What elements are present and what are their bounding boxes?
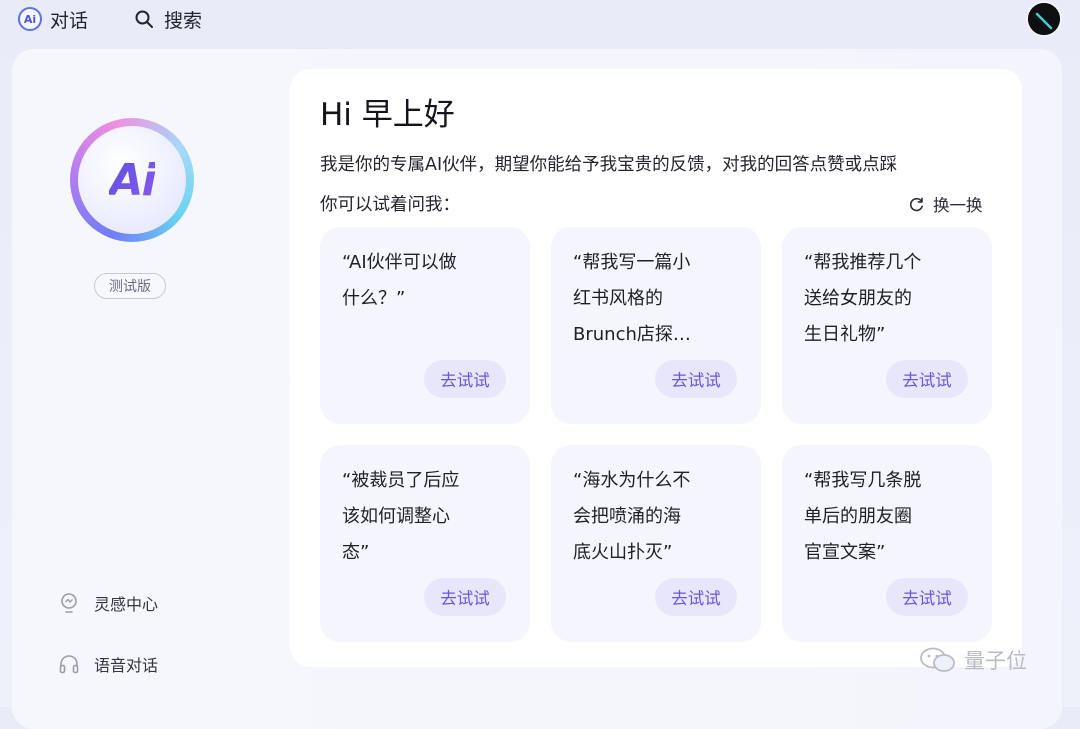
prompt-line: “帮我推荐几个 — [804, 252, 922, 273]
prompt-line: “AI伙伴可以做 — [342, 252, 457, 273]
prompt-card[interactable]: “AI伙伴可以做 什么？” 去试试 — [320, 227, 530, 424]
prompt-card[interactable]: “帮我写一篇小 红书风格的 Brunch店探… 去试试 — [551, 227, 761, 424]
user-avatar[interactable] — [1026, 1, 1062, 37]
search-icon — [135, 10, 153, 28]
prompt-line: “帮我写几条脱 — [804, 470, 922, 491]
tab-search-label: 搜索 — [164, 9, 203, 32]
beta-badge: 测试版 — [94, 273, 166, 299]
watermark-text: 量子位 — [964, 649, 1027, 673]
prompt-line: 底火山扑灭” — [573, 542, 673, 563]
prompt-card[interactable]: “帮我推荐几个 送给女朋友的 生日礼物” 去试试 — [782, 227, 992, 424]
ai-logo: Ai — [70, 118, 194, 242]
top-bar: Ai 对话 搜索 — [0, 0, 1080, 40]
tab-chat-label: 对话 — [50, 9, 89, 32]
refresh-button[interactable]: 换一换 — [908, 192, 983, 216]
prompt-text: “帮我推荐几个 送给女朋友的 生日礼物” — [804, 245, 974, 353]
prompt-line: 什么？” — [342, 288, 406, 309]
sidebar-item-label: 语音对话 — [94, 656, 159, 675]
greeting-title: Hi 早上好 — [320, 97, 455, 133]
prompt-line: Brunch店探… — [573, 324, 691, 345]
prompt-text: “被裁员了后应 该如何调整心 态” — [342, 463, 512, 571]
watermark: 量子位 — [918, 644, 1027, 676]
sidebar-item-voice-chat[interactable]: 语音对话 — [58, 650, 158, 678]
suggestion-hint: 你可以试着问我： — [320, 195, 460, 215]
try-button[interactable]: 去试试 — [424, 578, 506, 616]
prompt-line: “帮我写一篇小 — [573, 252, 691, 273]
prompt-text: “帮我写一篇小 红书风格的 Brunch店探… — [573, 245, 743, 353]
try-button[interactable]: 去试试 — [886, 578, 968, 616]
sidebar-item-label: 灵感中心 — [94, 595, 159, 614]
try-button[interactable]: 去试试 — [655, 578, 737, 616]
ai-logo-inner: Ai — [78, 126, 186, 234]
prompt-line: 红书风格的 — [573, 288, 663, 309]
try-button[interactable]: 去试试 — [886, 360, 968, 398]
sidebar-item-inspiration[interactable]: 灵感中心 — [58, 589, 158, 617]
prompt-line: 生日礼物” — [804, 324, 886, 345]
prompt-text: “AI伙伴可以做 什么？” — [342, 245, 512, 317]
sidebar: Ai 测试版 灵感中心 语音对话 — [12, 49, 252, 709]
prompt-line: 会把喷涌的海 — [573, 506, 681, 527]
prompt-text: “海水为什么不 会把喷涌的海 底火山扑灭” — [573, 463, 743, 571]
refresh-icon — [909, 197, 923, 211]
prompt-line: “被裁员了后应 — [342, 470, 460, 491]
tab-chat[interactable]: Ai 对话 — [18, 6, 88, 32]
try-button[interactable]: 去试试 — [424, 360, 506, 398]
lightbulb-icon — [61, 593, 77, 613]
tab-search[interactable]: 搜索 — [134, 6, 202, 32]
prompt-card[interactable]: “海水为什么不 会把喷涌的海 底火山扑灭” 去试试 — [551, 445, 761, 642]
prompt-text: “帮我写几条脱 单后的朋友圈 官宣文案” — [804, 463, 974, 571]
prompt-line: 单后的朋友圈 — [804, 506, 912, 527]
intro-text: 我是你的专属AI伙伴，期望你能给予我宝贵的反馈，对我的回答点赞或点踩 — [320, 155, 898, 175]
prompt-line: 态” — [342, 542, 370, 563]
prompt-line: 该如何调整心 — [342, 506, 450, 527]
headphones-icon — [59, 655, 79, 674]
avatar-image — [1028, 3, 1060, 35]
refresh-label: 换一换 — [933, 196, 983, 215]
prompt-card[interactable]: “被裁员了后应 该如何调整心 态” 去试试 — [320, 445, 530, 642]
prompt-line: “海水为什么不 — [573, 470, 691, 491]
wechat-icon — [920, 647, 955, 672]
prompt-card[interactable]: “帮我写几条脱 单后的朋友圈 官宣文案” 去试试 — [782, 445, 992, 642]
welcome-card: Hi 早上好 我是你的专属AI伙伴，期望你能给予我宝贵的反馈，对我的回答点赞或点… — [290, 69, 1022, 667]
ai-logo-text: Ai — [109, 154, 156, 206]
prompt-line: 官宣文案” — [804, 542, 886, 563]
prompt-line: 送给女朋友的 — [804, 288, 912, 309]
try-button[interactable]: 去试试 — [655, 360, 737, 398]
ai-logo-icon: Ai — [18, 7, 42, 31]
